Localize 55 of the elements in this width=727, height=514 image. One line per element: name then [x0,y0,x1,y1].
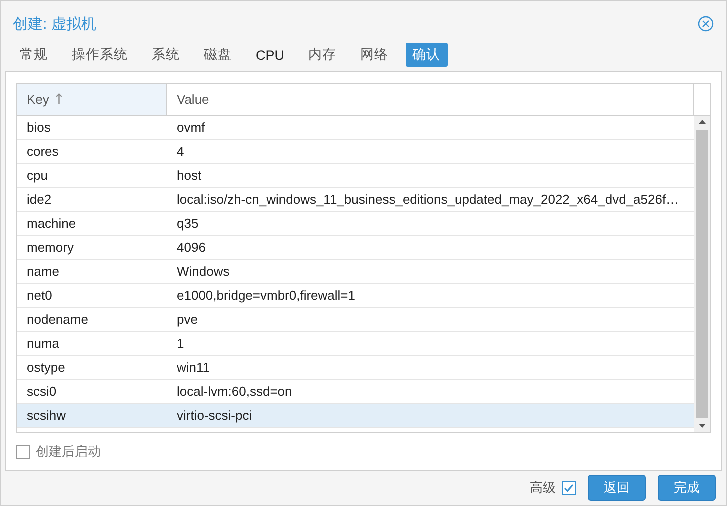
table-row[interactable]: nodename pve [17,308,694,332]
tab[interactable]: 磁盘 [197,43,239,67]
tab[interactable]: 常规 [13,43,55,67]
table-row[interactable]: machine q35 [17,212,694,236]
table-cell-text: Windows [176,264,231,279]
table-cell-text: 1 [176,336,186,351]
table-cell-text: 4096 [176,240,207,255]
table-cell-text: ovmf [176,120,206,135]
table-cell-text: ide2 [26,192,53,207]
table-row[interactable]: numa 1 [17,332,694,356]
checkbox-label: 高级 [530,479,556,497]
table-cell-text: win11 [176,360,212,375]
table-row[interactable]: memory 4096 [17,236,694,260]
table-cell-text: local:iso/zh-cn_windows_11_business_editions_updated_may_2022_x64_dvd_a526f… [176,192,680,207]
scrollbar[interactable] [694,116,710,432]
table-row[interactable]: cpu host [17,164,694,188]
table-cell-text: virtio-scsi-pci [176,408,254,423]
table-row[interactable]: ide2 local:iso/zh-cn_windows_11_business_editions_updated_may_2022_x64_dvd_a526f… [17,188,694,212]
sort-icon: ↑ [53,92,66,108]
table-cell-text: pve [176,312,199,327]
table-row[interactable]: name Windows [17,260,694,284]
table-cell-text: 4 [176,144,186,159]
close-icon[interactable] [698,16,714,32]
checkbox-label: 创建后启动 [36,443,101,461]
table-cell-text: scsihw [26,408,68,423]
table-cell-text: ostype [26,360,66,375]
table-cell-text: numa [26,336,61,351]
table-cell-text: cores [26,144,60,159]
tab[interactable]: 内存 [302,43,344,67]
table-cell-text: name [26,264,61,279]
table-cell-text: cpu [26,168,49,183]
table-row[interactable]: bios ovmf [17,116,694,140]
table-cell-text: local-lvm:60,ssd=on [176,384,294,399]
table-row[interactable]: cores 4 [17,140,694,164]
table-row[interactable]: scsihw virtio-scsi-pci [17,404,694,428]
checkbox[interactable] [562,481,576,495]
tab[interactable]: 操作系统 [65,43,135,67]
checkbox[interactable] [16,445,30,459]
table-cell-text: host [176,168,203,183]
table-cell-text: machine [26,216,78,231]
table-cell-text: nodename [26,312,90,327]
table-cell-text: memory [26,240,75,255]
table-cell-text: q35 [176,216,200,231]
table-cell-text: net0 [26,288,54,303]
table-row[interactable]: ostype win11 [17,356,694,380]
table-cell-text: e1000,bridge=vmbr0,firewall=1 [176,288,356,303]
tab[interactable]: 系统 [145,43,187,67]
tab[interactable]: CPU [249,44,292,66]
table-cell-text: scsi0 [26,384,58,399]
column-header[interactable]: Value [167,84,694,115]
window-title: 创建: 虚拟机 [13,14,96,34]
table-row[interactable]: net0 e1000,bridge=vmbr0,firewall=1 [17,284,694,308]
table-cell-text: bios [26,120,52,135]
tab[interactable]: 网络 [354,43,396,67]
column-header[interactable]: Key ↑ [17,84,167,115]
